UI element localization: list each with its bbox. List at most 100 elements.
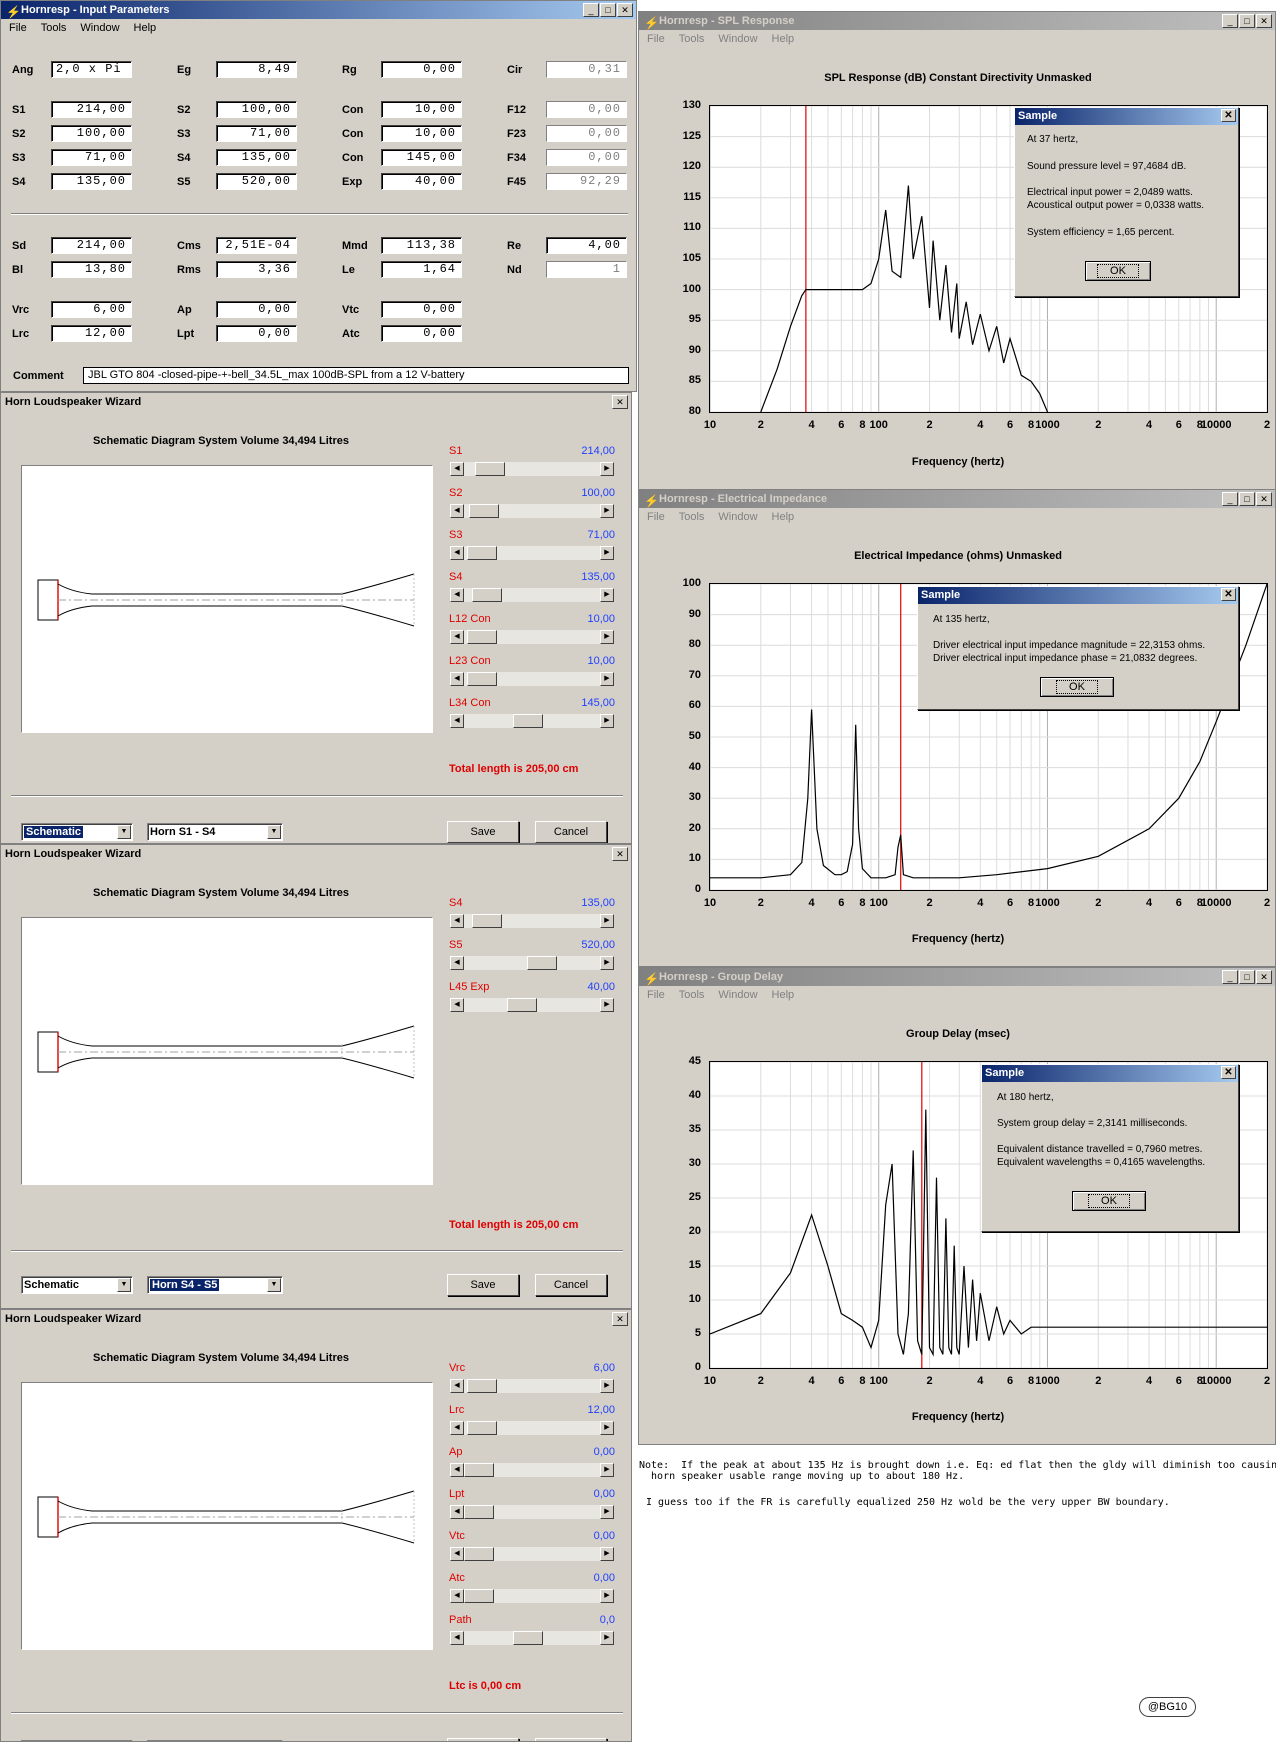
slider-track[interactable]: ◀ ▶ xyxy=(449,913,615,929)
maximize-icon[interactable]: □ xyxy=(1239,970,1255,984)
param-field[interactable]: 145,00 xyxy=(381,149,462,166)
menu-item-file[interactable]: File xyxy=(647,30,665,48)
param-field[interactable]: 1,64 xyxy=(381,261,462,278)
arrow-right-icon[interactable]: ▶ xyxy=(600,914,614,928)
arrow-left-icon[interactable]: ◀ xyxy=(450,1547,464,1561)
menu-item-file[interactable]: File xyxy=(647,508,665,526)
arrow-left-icon[interactable]: ◀ xyxy=(450,1631,464,1645)
arrow-left-icon[interactable]: ◀ xyxy=(450,588,464,602)
wizard3-titlebar[interactable]: Horn Loudspeaker Wizard ✕ xyxy=(1,1310,631,1328)
save-button[interactable]: Save xyxy=(447,1274,519,1296)
close-icon[interactable]: ✕ xyxy=(1221,109,1236,122)
param-field[interactable]: 3,36 xyxy=(216,261,297,278)
arrow-left-icon[interactable]: ◀ xyxy=(450,1589,464,1603)
slider-thumb[interactable] xyxy=(464,1463,494,1477)
menu-item-help[interactable]: Help xyxy=(772,30,795,48)
param-field[interactable]: 520,00 xyxy=(216,173,297,190)
param-field[interactable]: 10,00 xyxy=(381,125,462,142)
slider-track[interactable]: ◀ ▶ xyxy=(449,671,615,687)
cancel-button[interactable]: Cancel xyxy=(535,1274,607,1296)
section-select[interactable]: Horn S4 - S5 ▼ xyxy=(147,1276,283,1294)
arrow-left-icon[interactable]: ◀ xyxy=(450,504,464,518)
arrow-left-icon[interactable]: ◀ xyxy=(450,546,464,560)
param-field[interactable]: 71,00 xyxy=(216,125,297,142)
ok-button[interactable]: OK xyxy=(1040,677,1114,697)
slider-thumb[interactable] xyxy=(467,546,498,560)
param-field[interactable]: 4,00 xyxy=(546,237,627,254)
slider-thumb[interactable] xyxy=(467,1421,498,1435)
arrow-right-icon[interactable]: ▶ xyxy=(600,588,614,602)
arrow-right-icon[interactable]: ▶ xyxy=(600,714,614,728)
menu-item-file[interactable]: File xyxy=(9,19,27,37)
view-select[interactable]: Schematic ▼ xyxy=(21,1276,133,1294)
close-icon[interactable]: ✕ xyxy=(612,395,628,409)
arrow-left-icon[interactable]: ◀ xyxy=(450,630,464,644)
menu-item-window[interactable]: Window xyxy=(80,19,119,37)
slider-track[interactable]: ◀ ▶ xyxy=(449,545,615,561)
param-field[interactable]: 135,00 xyxy=(216,149,297,166)
imp-window-titlebar[interactable]: ⚡ Hornresp - Electrical Impedance _ □ ✕ xyxy=(639,490,1275,508)
param-field[interactable]: 2,51E-04 xyxy=(216,237,297,254)
slider-track[interactable]: ◀ ▶ xyxy=(449,587,615,603)
menu-item-file[interactable]: File xyxy=(647,986,665,1004)
arrow-left-icon[interactable]: ◀ xyxy=(450,462,464,476)
menu-item-tools[interactable]: Tools xyxy=(679,508,705,526)
arrow-right-icon[interactable]: ▶ xyxy=(600,956,614,970)
param-field[interactable]: 0,00 xyxy=(546,149,627,166)
slider-track[interactable]: ◀ ▶ xyxy=(449,1504,615,1520)
view-select[interactable]: Schematic ▼ xyxy=(21,823,133,841)
section-select[interactable]: Horn S1 - S4 ▼ xyxy=(147,823,283,841)
close-icon[interactable]: ✕ xyxy=(1256,492,1272,506)
arrow-right-icon[interactable]: ▶ xyxy=(600,672,614,686)
close-icon[interactable]: ✕ xyxy=(1256,970,1272,984)
ok-button[interactable]: OK xyxy=(1072,1191,1146,1211)
slider-thumb[interactable] xyxy=(464,1547,494,1561)
param-field[interactable]: 13,80 xyxy=(51,261,132,278)
input-window-titlebar[interactable]: ⚡ Hornresp - Input Parameters _ □ ✕ xyxy=(1,1,636,19)
slider-thumb[interactable] xyxy=(471,588,502,602)
arrow-right-icon[interactable]: ▶ xyxy=(600,1463,614,1477)
wizard1-titlebar[interactable]: Horn Loudspeaker Wizard ✕ xyxy=(1,393,631,411)
minimize-icon[interactable]: _ xyxy=(1222,14,1238,28)
slider-thumb[interactable] xyxy=(464,1589,494,1603)
param-field[interactable]: 0,00 xyxy=(381,325,462,342)
close-icon[interactable]: ✕ xyxy=(1221,1066,1236,1079)
param-field[interactable]: 40,00 xyxy=(381,173,462,190)
arrow-right-icon[interactable]: ▶ xyxy=(600,630,614,644)
close-icon[interactable]: ✕ xyxy=(612,1312,628,1326)
maximize-icon[interactable]: □ xyxy=(600,3,616,17)
param-field[interactable]: 0,00 xyxy=(381,61,462,78)
slider-track[interactable]: ◀ ▶ xyxy=(449,1420,615,1436)
param-field[interactable]: 100,00 xyxy=(216,101,297,118)
param-field[interactable]: 0,00 xyxy=(216,301,297,318)
arrow-left-icon[interactable]: ◀ xyxy=(450,672,464,686)
param-field[interactable]: 113,38 xyxy=(381,237,462,254)
maximize-icon[interactable]: □ xyxy=(1239,14,1255,28)
slider-track[interactable]: ◀ ▶ xyxy=(449,461,615,477)
arrow-left-icon[interactable]: ◀ xyxy=(450,1505,464,1519)
arrow-left-icon[interactable]: ◀ xyxy=(450,1421,464,1435)
slider-thumb[interactable] xyxy=(467,672,498,686)
arrow-right-icon[interactable]: ▶ xyxy=(600,462,614,476)
slider-thumb[interactable] xyxy=(474,462,505,476)
arrow-right-icon[interactable]: ▶ xyxy=(600,1547,614,1561)
slider-thumb[interactable] xyxy=(464,1505,494,1519)
arrow-left-icon[interactable]: ◀ xyxy=(450,914,464,928)
close-icon[interactable]: ✕ xyxy=(612,847,628,861)
chevron-down-icon[interactable]: ▼ xyxy=(117,825,131,839)
arrow-left-icon[interactable]: ◀ xyxy=(450,714,464,728)
arrow-right-icon[interactable]: ▶ xyxy=(600,1631,614,1645)
param-field[interactable]: 214,00 xyxy=(51,101,132,118)
cancel-button[interactable]: Cancel xyxy=(535,821,607,843)
slider-track[interactable]: ◀ ▶ xyxy=(449,1462,615,1478)
chevron-down-icon[interactable]: ▼ xyxy=(267,825,281,839)
slider-thumb[interactable] xyxy=(469,504,500,518)
menu-item-window[interactable]: Window xyxy=(718,508,757,526)
param-field[interactable]: 100,00 xyxy=(51,125,132,142)
arrow-right-icon[interactable]: ▶ xyxy=(600,1505,614,1519)
param-field[interactable]: 8,49 xyxy=(216,61,297,78)
slider-track[interactable]: ◀ ▶ xyxy=(449,503,615,519)
wizard2-titlebar[interactable]: Horn Loudspeaker Wizard ✕ xyxy=(1,845,631,863)
param-field[interactable]: 1 xyxy=(546,261,627,278)
param-field[interactable]: 6,00 xyxy=(51,301,132,318)
